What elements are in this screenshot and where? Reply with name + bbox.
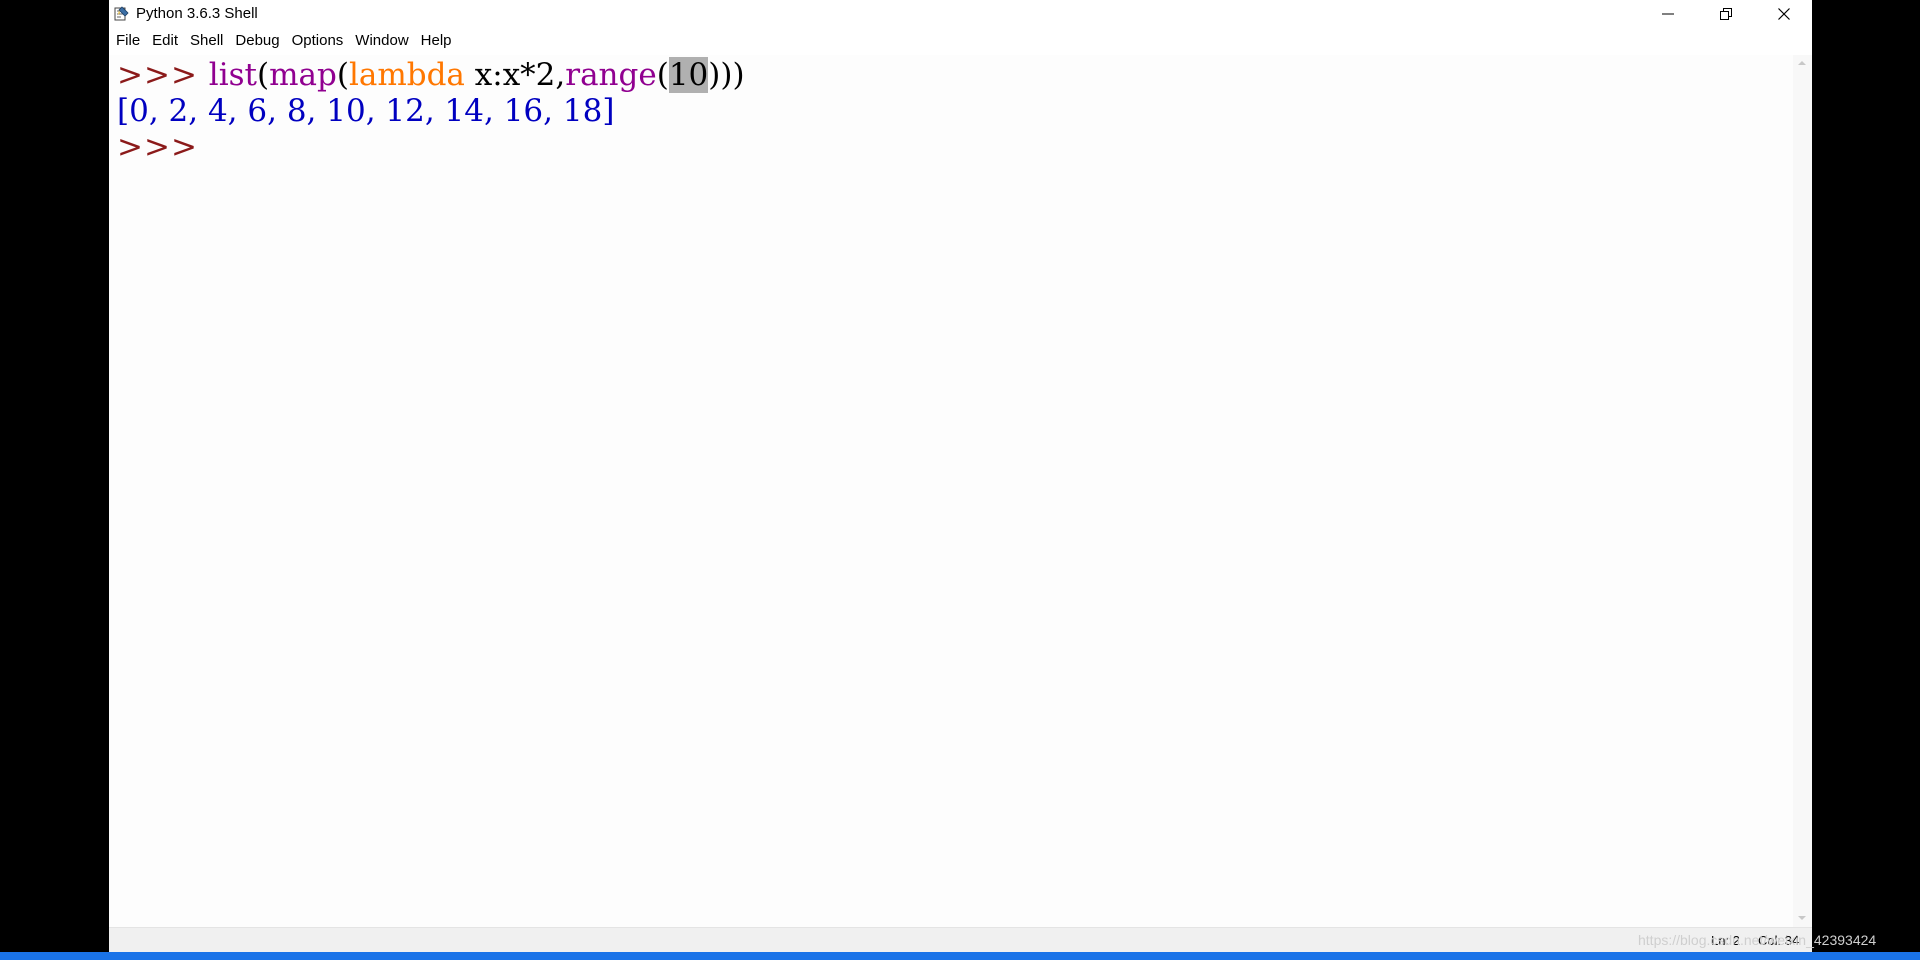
paren-open-2: ( (336, 57, 349, 93)
minimize-button[interactable] (1640, 0, 1696, 28)
builtin-map: map (269, 57, 337, 93)
menu-help[interactable]: Help (415, 30, 458, 52)
close-button[interactable] (1756, 0, 1812, 28)
restore-icon (1720, 8, 1732, 20)
shell-prompt: >>> (117, 57, 209, 93)
restore-button[interactable] (1698, 0, 1754, 28)
lambda-expression: x:x*2, (464, 57, 566, 93)
close-icon (1778, 8, 1790, 20)
window-title: Python 3.6.3 Shell (136, 5, 258, 22)
shell-text-area[interactable]: >>> list(map(lambda x:x*2,range(10))) [0… (109, 55, 1793, 927)
menu-edit[interactable]: Edit (146, 30, 184, 52)
builtin-list: list (208, 57, 257, 93)
shell-prompt: >>> (117, 129, 209, 165)
input-line-1: >>> list(map(lambda x:x*2,range(10))) (117, 57, 745, 93)
title-bar[interactable]: Python 3.6.3 Shell (109, 0, 1812, 28)
menu-options[interactable]: Options (286, 30, 350, 52)
status-bar: Ln: 2 Col: 34 (109, 927, 1812, 953)
output-line: [0, 2, 4, 6, 8, 10, 12, 14, 16, 18] (117, 93, 615, 129)
selected-argument: 10 (668, 57, 709, 93)
watermark-text: https://blog.csdn.net/weixin_42393424 (1638, 932, 1877, 948)
minimize-icon (1662, 13, 1674, 15)
scroll-down-icon[interactable] (1798, 916, 1806, 920)
menu-file[interactable]: File (110, 30, 146, 52)
paren-open-3: ( (656, 57, 669, 93)
input-line-3: >>> (117, 129, 209, 165)
bottom-strip (0, 952, 1920, 960)
menu-debug[interactable]: Debug (229, 30, 285, 52)
scroll-up-icon[interactable] (1798, 61, 1806, 65)
paren-open-1: ( (256, 57, 270, 93)
closing-parens: ))) (708, 57, 745, 93)
python-idle-icon (113, 6, 129, 22)
menu-bar: File Edit Shell Debug Options Window Hel… (109, 28, 1812, 54)
keyword-lambda: lambda (348, 57, 465, 93)
menu-shell[interactable]: Shell (184, 30, 229, 52)
builtin-range: range (565, 57, 657, 93)
menu-window[interactable]: Window (349, 30, 414, 52)
vertical-scrollbar[interactable] (1793, 55, 1812, 927)
idle-shell-window: Python 3.6.3 Shell File Edit Shell Debug… (109, 0, 1812, 953)
